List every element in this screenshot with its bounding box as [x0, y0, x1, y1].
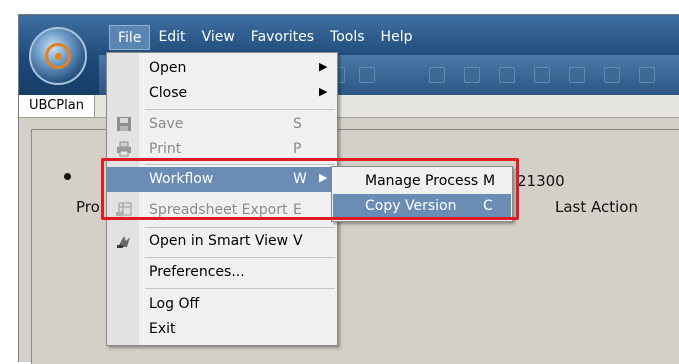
- toolbar-button-icon[interactable]: [639, 67, 655, 83]
- menu-item-label: Preferences...: [149, 264, 245, 280]
- menu-item-label: Save: [149, 116, 184, 132]
- shortcut-key: V: [293, 233, 303, 249]
- smart-view-icon: [117, 236, 130, 248]
- menu-item-label: Open in Smart View: [149, 233, 289, 249]
- save-icon: [117, 117, 131, 131]
- shortcut-key: P: [293, 141, 302, 157]
- toolbar-button-icon[interactable]: [534, 67, 550, 83]
- toolbar-button-icon[interactable]: [359, 67, 375, 83]
- annotation-highlight-box: [101, 158, 519, 220]
- menu-tools[interactable]: Tools: [322, 25, 373, 49]
- toolbar-button-icon[interactable]: [499, 67, 515, 83]
- menu-item-save[interactable]: Save S: [107, 112, 337, 137]
- menu-item-close[interactable]: Close ▶: [107, 81, 337, 106]
- menu-separator: [145, 288, 335, 289]
- submenu-arrow-icon: ▶: [319, 85, 328, 98]
- menu-view[interactable]: View: [194, 25, 243, 49]
- menu-item-open-smart-view[interactable]: Open in Smart View V: [107, 229, 337, 254]
- menu-bar: File Edit View Favorites Tools Help: [109, 25, 421, 50]
- menu-separator: [145, 227, 335, 228]
- menu-item-label: Close: [149, 85, 188, 101]
- shortcut-key: S: [293, 116, 302, 132]
- printer-icon: [117, 141, 131, 157]
- column-header-last-action: Last Action: [555, 198, 638, 216]
- column-header-left: Pro: [76, 198, 100, 216]
- wheel-hub: [55, 53, 62, 60]
- menu-item-label: Exit: [149, 321, 176, 337]
- toolbar-button-icon[interactable]: [569, 67, 585, 83]
- menu-help[interactable]: Help: [373, 25, 421, 49]
- menu-item-label: Log Off: [149, 296, 200, 312]
- status-bullet: [64, 173, 71, 180]
- menu-separator: [145, 109, 335, 110]
- app-logo-icon[interactable]: [29, 27, 87, 85]
- submenu-arrow-icon: ▶: [319, 60, 328, 73]
- menu-item-exit[interactable]: Exit: [107, 317, 337, 342]
- toolbar-button-icon[interactable]: [429, 67, 445, 83]
- toolbar-button-icon[interactable]: [464, 67, 480, 83]
- menu-item-preferences[interactable]: Preferences...: [107, 260, 337, 285]
- menu-item-label: Open: [149, 60, 187, 76]
- menu-favorites[interactable]: Favorites: [243, 25, 322, 49]
- menu-separator: [145, 257, 335, 258]
- menu-item-log-off[interactable]: Log Off: [107, 292, 337, 317]
- plan-number-fragment: 21300: [517, 172, 565, 190]
- menu-file[interactable]: File: [109, 25, 151, 50]
- menu-item-label: Print: [149, 141, 182, 157]
- tab-ubcplan[interactable]: UBCPlan: [19, 95, 95, 117]
- menu-item-open[interactable]: Open ▶: [107, 56, 337, 81]
- menu-edit[interactable]: Edit: [150, 25, 193, 49]
- toolbar-button-icon[interactable]: [604, 67, 620, 83]
